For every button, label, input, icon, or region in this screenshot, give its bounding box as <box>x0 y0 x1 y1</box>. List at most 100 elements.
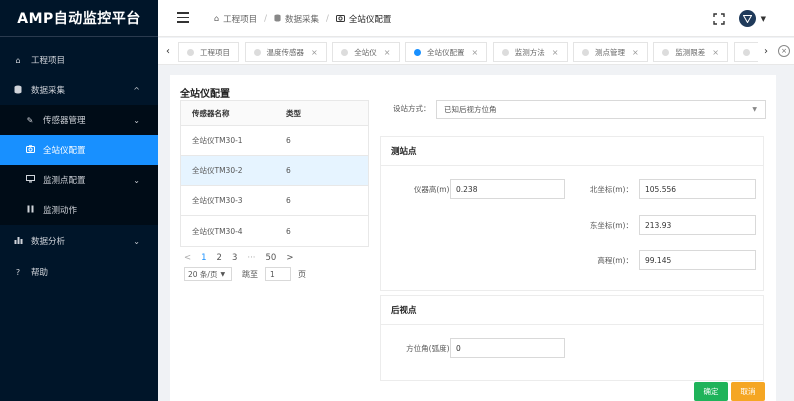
tab-dot-icon <box>187 48 194 56</box>
tab-close-icon[interactable]: × <box>552 48 559 57</box>
camera-icon <box>24 145 36 155</box>
table-row[interactable]: 全站仪TM30-1 6 <box>181 126 368 156</box>
page-number[interactable]: 1 <box>201 253 206 263</box>
sensor-table: 传感器名称 类型 全站仪TM30-1 6 全站仪TM30-2 6 全站仪TM30… <box>180 100 369 247</box>
tab-overflow[interactable] <box>733 42 758 62</box>
pagination-controls: 20 条/页 ▼ 跳至 1 页 <box>184 267 306 281</box>
app-logo: AMP自动监控平台 <box>0 0 158 37</box>
breadcrumb-item-current: 全站仪配置 <box>335 13 391 25</box>
sidebar-item-data-collection[interactable]: 数据采集 ^ <box>0 75 158 105</box>
tabs-scroll-left-icon[interactable]: ‹ <box>160 38 176 65</box>
tab-dot-icon <box>253 48 261 56</box>
tabs-list: 工程项目 温度传感器 × 全站仪 × 全站仪配置 × 监测方法 × 测点管理 × <box>178 42 758 62</box>
tab-monitor-tolerance[interactable]: 监测限差 × <box>653 42 728 62</box>
sidebar-item-help[interactable]: ? 帮助 <box>0 257 158 287</box>
tab-monitor-method[interactable]: 监测方法 × <box>492 42 568 62</box>
header-actions: ▼ <box>712 10 766 27</box>
east-coord-input[interactable]: 213.93 <box>639 215 756 235</box>
table-row[interactable]: 全站仪TM30-3 6 <box>181 186 368 216</box>
tab-point-management[interactable]: 测点管理 × <box>573 42 648 62</box>
top-header: ⌂ 工程项目 / 数据采集 / 全站仪配置 ▼ <box>158 0 794 37</box>
north-coord-label: 北坐标(m)： <box>589 185 633 194</box>
tab-dot-icon <box>742 48 750 56</box>
page-number[interactable]: 50 <box>266 253 277 263</box>
tab-close-icon[interactable]: × <box>632 48 639 57</box>
breadcrumb: ⌂ 工程项目 / 数据采集 / 全站仪配置 <box>214 0 391 37</box>
page-number[interactable]: 3 <box>232 253 237 263</box>
tab-total-station[interactable]: 全站仪 × <box>332 42 400 62</box>
station-method-select[interactable]: 已知后视方位角 ▼ <box>436 100 766 119</box>
cell-type: 6 <box>286 166 291 175</box>
breadcrumb-item-data-collection[interactable]: 数据采集 <box>274 13 319 25</box>
tab-projects[interactable]: 工程项目 <box>178 42 239 62</box>
caret-down-icon[interactable]: ▼ <box>761 15 766 23</box>
breadcrumb-item-projects[interactable]: ⌂ 工程项目 <box>214 13 257 25</box>
east-coord-label: 东坐标(m)： <box>589 221 633 230</box>
sidebar-item-label: 数据采集 <box>31 86 66 96</box>
tab-dot-icon <box>582 48 590 56</box>
instrument-height-label: 仪器高(m)： <box>413 185 457 194</box>
azimuth-input[interactable]: 0 <box>450 338 565 358</box>
tab-close-icon[interactable]: × <box>712 48 719 57</box>
azimuth-label: 方位角(弧度)： <box>406 344 457 353</box>
station-panel: 测站点 仪器高(m)： 0.238 北坐标(m)： 105.556 东坐标(m)… <box>380 136 764 291</box>
tabs-scroll-right-icon[interactable]: › <box>758 38 774 65</box>
tab-total-station-config[interactable]: 全站仪配置 × <box>405 42 488 62</box>
page-ellipsis[interactable]: ··· <box>247 253 255 263</box>
column-header-name: 传感器名称 <box>192 108 230 118</box>
table-row[interactable]: 全站仪TM30-4 6 <box>181 216 368 246</box>
tab-close-icon[interactable]: × <box>311 48 318 57</box>
sidebar-item-monitor-point-config[interactable]: 监测点配置 ⌄ <box>0 165 158 195</box>
sidebar-item-label: 数据分析 <box>31 237 66 247</box>
page-number[interactable]: 2 <box>217 253 222 263</box>
elevation-label: 高程(m)： <box>597 256 633 265</box>
jump-label: 跳至 <box>242 269 258 279</box>
north-coord-input[interactable]: 105.556 <box>639 179 756 199</box>
sidebar-item-projects[interactable]: ⌂ 工程项目 <box>0 45 158 75</box>
sidebar-item-monitor-action[interactable]: 监测动作 <box>0 195 158 225</box>
content-card: 全站仪配置 传感器名称 类型 全站仪TM30-1 6 全站仪TM30-2 6 全… <box>170 75 776 401</box>
sidebar-item-sensor-management[interactable]: ✎ 传感器管理 ⌄ <box>0 105 158 135</box>
bar-chart-icon <box>12 236 24 246</box>
cancel-button[interactable]: 取消 <box>731 382 765 401</box>
cell-name: 全站仪TM30-2 <box>192 166 243 175</box>
table-row-selected[interactable]: 全站仪TM30-2 6 <box>181 156 368 186</box>
cell-type: 6 <box>286 196 291 205</box>
cell-name: 全站仪TM30-3 <box>192 196 243 205</box>
pagination: < 1 2 3 ··· 50 > <box>184 253 303 263</box>
avatar[interactable] <box>738 10 756 27</box>
database-icon <box>274 14 281 24</box>
confirm-button[interactable]: 确定 <box>694 382 728 401</box>
next-page-icon[interactable]: > <box>286 253 293 263</box>
pause-icon <box>24 205 36 215</box>
tabs-bar: ‹ 工程项目 温度传感器 × 全站仪 × 全站仪配置 × 监测方法 × 测点管理 <box>158 38 794 65</box>
tab-close-icon[interactable]: × <box>472 48 479 57</box>
breadcrumb-separator: / <box>325 13 329 24</box>
tab-temperature-sensor[interactable]: 温度传感器 × <box>244 42 327 62</box>
tab-dot-icon <box>662 48 670 56</box>
tab-close-icon[interactable]: × <box>384 48 391 57</box>
chevron-down-icon: ⌄ <box>133 236 140 246</box>
sidebar-item-total-station-config[interactable]: 全站仪配置 <box>0 135 158 165</box>
chevron-down-icon: ▼ <box>220 270 226 278</box>
chevron-down-icon: ⌄ <box>133 115 140 125</box>
station-panel-title: 测站点 <box>381 137 763 166</box>
cell-type: 6 <box>286 136 291 145</box>
sidebar-item-data-analysis[interactable]: 数据分析 ⌄ <box>0 226 158 256</box>
jump-page-input[interactable]: 1 <box>265 267 291 281</box>
page-title: 全站仪配置 <box>180 89 230 100</box>
backsight-panel-title: 后视点 <box>381 296 763 325</box>
column-header-type: 类型 <box>286 108 301 118</box>
elevation-input[interactable]: 99.145 <box>639 250 756 270</box>
table-header: 传感器名称 类型 <box>181 101 368 126</box>
cell-name: 全站仪TM30-1 <box>192 136 243 145</box>
page-size-select[interactable]: 20 条/页 ▼ <box>184 267 232 281</box>
prev-page-icon[interactable]: < <box>184 253 191 263</box>
sidebar-item-label: 监测点配置 <box>43 176 86 186</box>
fullscreen-icon[interactable] <box>712 12 725 25</box>
close-all-tabs-icon[interactable]: × <box>778 45 790 57</box>
instrument-height-input[interactable]: 0.238 <box>450 179 565 199</box>
menu-toggle-icon[interactable] <box>177 12 189 24</box>
page-unit-label: 页 <box>298 269 306 279</box>
wrench-icon: ✎ <box>26 115 34 125</box>
